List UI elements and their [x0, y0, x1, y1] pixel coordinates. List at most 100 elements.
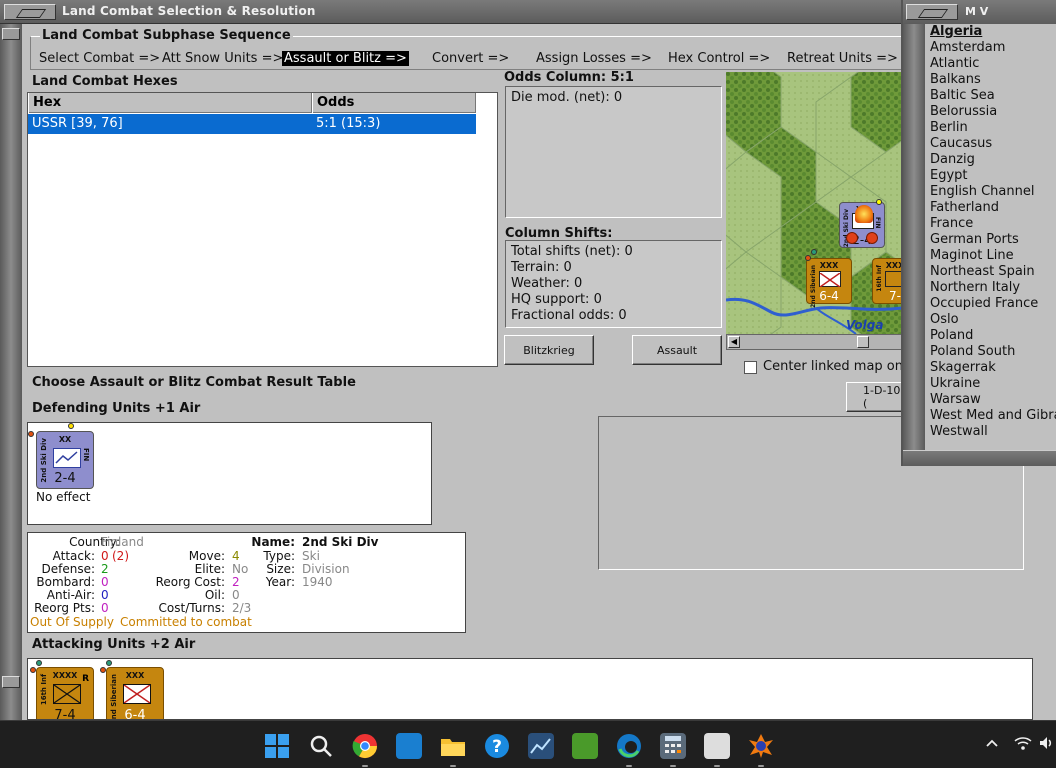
- center-linked-checkbox[interactable]: [744, 361, 757, 374]
- center-linked-label: Center linked map on: [763, 359, 904, 374]
- list-item[interactable]: West Med and Gibraltar: [930, 408, 1056, 423]
- list-item[interactable]: Algeria: [930, 24, 982, 39]
- attacking-unit-counter[interactable]: XXX 6-4 2nd Siberian: [106, 667, 164, 720]
- committed-status: Committed to combat: [120, 615, 252, 629]
- map-views-window: M V Algeria Amsterdam Atlantic Balkans B…: [901, 0, 1056, 466]
- hq-support-text: HQ support: 0: [511, 292, 602, 307]
- scroll-thumb[interactable]: [857, 336, 869, 348]
- chrome-icon[interactable]: [352, 733, 378, 759]
- attack-modified-value: (2): [112, 549, 129, 563]
- status-dot-icon: [28, 431, 34, 437]
- list-item[interactable]: Fatherland: [930, 200, 999, 215]
- move-value: 4: [232, 549, 240, 563]
- list-item[interactable]: Northern Italy: [930, 280, 1020, 295]
- anti-air-value: 0: [101, 588, 109, 602]
- type-label: Type:: [263, 549, 295, 563]
- elite-value: No: [232, 562, 249, 576]
- attacking-title: Attacking Units +2 Air: [32, 637, 196, 652]
- size-value: Division: [302, 562, 350, 576]
- reorg-pts-label: Reorg Pts:: [34, 601, 95, 615]
- defending-units-box: XX 2-4 2nd Ski Div FIN No effect: [27, 422, 432, 525]
- window-menu-icon[interactable]: [4, 4, 56, 20]
- list-item[interactable]: Skagerrak: [930, 360, 996, 375]
- blitzkrieg-button[interactable]: Blitzkrieg: [504, 335, 594, 365]
- step-assault-or-blitz: Assault or Blitz =>: [282, 51, 409, 66]
- list-item[interactable]: Oslo: [930, 312, 959, 327]
- list-item[interactable]: Atlantic: [930, 56, 979, 71]
- svg-text:?: ?: [492, 737, 502, 757]
- fractional-odds-text: Fractional odds: 0: [511, 308, 627, 323]
- list-item[interactable]: Caucasus: [930, 136, 992, 151]
- window-menu-icon[interactable]: [906, 4, 958, 20]
- list-item[interactable]: German Ports: [930, 232, 1019, 247]
- unit-name-text: 2nd Siberian: [110, 674, 118, 720]
- list-item[interactable]: Baltic Sea: [930, 88, 995, 103]
- name-label: Name:: [251, 535, 295, 549]
- unit-status-text: No effect: [36, 490, 91, 504]
- cost-turns-value: 2/3: [232, 601, 252, 615]
- unit-name-text: 2nd Ski Div: [40, 438, 48, 483]
- year-value: 1940: [302, 575, 333, 589]
- list-item[interactable]: Poland South: [930, 344, 1015, 359]
- reorg-cost-label: Reorg Cost:: [155, 575, 225, 589]
- unit-name-text: 16th Inf: [40, 674, 48, 706]
- game-app-icon[interactable]: [748, 733, 774, 759]
- app-icon[interactable]: [396, 733, 422, 759]
- size-label: Size:: [266, 562, 295, 576]
- name-value: 2nd Ski Div: [302, 535, 379, 549]
- assault-button[interactable]: Assault: [632, 335, 722, 365]
- mini-map[interactable]: XX 2-4 2nd Ski Div FIN XXX 6-4 2nd Siber…: [726, 72, 902, 334]
- list-item[interactable]: Balkans: [930, 72, 981, 87]
- list-item[interactable]: France: [930, 216, 973, 231]
- list-item[interactable]: English Channel: [930, 184, 1034, 199]
- search-icon[interactable]: [308, 733, 334, 759]
- chart-app-icon[interactable]: [528, 733, 554, 759]
- attacking-unit-counter[interactable]: XXXX 7-4 16th Inf R: [36, 667, 94, 719]
- volume-icon[interactable]: [1038, 735, 1054, 751]
- mv-title-bar[interactable]: M V: [903, 0, 1056, 24]
- list-item[interactable]: Westwall: [930, 424, 988, 439]
- list-item[interactable]: Egypt: [930, 168, 968, 183]
- file-explorer-icon[interactable]: [440, 733, 466, 759]
- defending-unit-counter[interactable]: XX 2-4 2nd Ski Div FIN: [36, 431, 94, 489]
- scroll-left-icon[interactable]: ◀: [728, 336, 740, 348]
- column-header-odds[interactable]: Odds: [312, 93, 476, 113]
- defending-title: Defending Units +1 Air: [32, 401, 201, 416]
- anti-air-label: Anti-Air:: [46, 588, 95, 602]
- notes-app-icon[interactable]: [572, 733, 598, 759]
- map-counter-16th-inf[interactable]: XXX 7- 16th Inf: [872, 258, 902, 304]
- fire-combat-icon: [855, 205, 873, 223]
- mv-frame-bar: [903, 24, 925, 450]
- list-item[interactable]: Amsterdam: [930, 40, 1005, 55]
- edge-icon[interactable]: [616, 733, 642, 759]
- help-icon[interactable]: ?: [484, 733, 510, 759]
- chevron-up-icon[interactable]: [984, 735, 1000, 751]
- list-item[interactable]: Occupied France: [930, 296, 1038, 311]
- document-app-icon[interactable]: [704, 733, 730, 759]
- list-item[interactable]: Berlin: [930, 120, 968, 135]
- wifi-icon[interactable]: [1014, 735, 1032, 751]
- list-item[interactable]: Poland: [930, 328, 973, 343]
- map-scrollbar[interactable]: ◀: [726, 334, 902, 350]
- calculator-icon[interactable]: [660, 733, 686, 759]
- map-views-list: Algeria Amsterdam Atlantic Balkans Balti…: [925, 24, 1056, 450]
- list-item[interactable]: Danzig: [930, 152, 975, 167]
- combat-result-button[interactable]: 1-D-10 (: [846, 382, 906, 412]
- supply-status: Out Of Supply: [30, 615, 114, 629]
- map-counter-siberian[interactable]: XXX 6-4 2nd Siberian: [805, 249, 852, 308]
- list-item[interactable]: Maginot Line: [930, 248, 1014, 263]
- list-item[interactable]: Warsaw: [930, 392, 981, 407]
- column-header-hex[interactable]: Hex: [28, 93, 312, 113]
- windows-start-icon[interactable]: [264, 733, 290, 759]
- main-title-bar[interactable]: Land Combat Selection & Resolution: [0, 0, 1056, 24]
- table-row[interactable]: USSR [39, 76] 5:1 (15:3): [28, 114, 476, 134]
- list-item[interactable]: Ukraine: [930, 376, 980, 391]
- status-dot-icon: [106, 660, 112, 666]
- bombard-label: Bombard:: [36, 575, 95, 589]
- list-item[interactable]: Belorussia: [930, 104, 997, 119]
- unit-nation-text: FIN: [874, 217, 881, 229]
- list-item[interactable]: Northeast Spain: [930, 264, 1035, 279]
- running-indicator: [450, 765, 456, 767]
- oil-label: Oil:: [204, 588, 225, 602]
- weather-text: Weather: 0: [511, 276, 583, 291]
